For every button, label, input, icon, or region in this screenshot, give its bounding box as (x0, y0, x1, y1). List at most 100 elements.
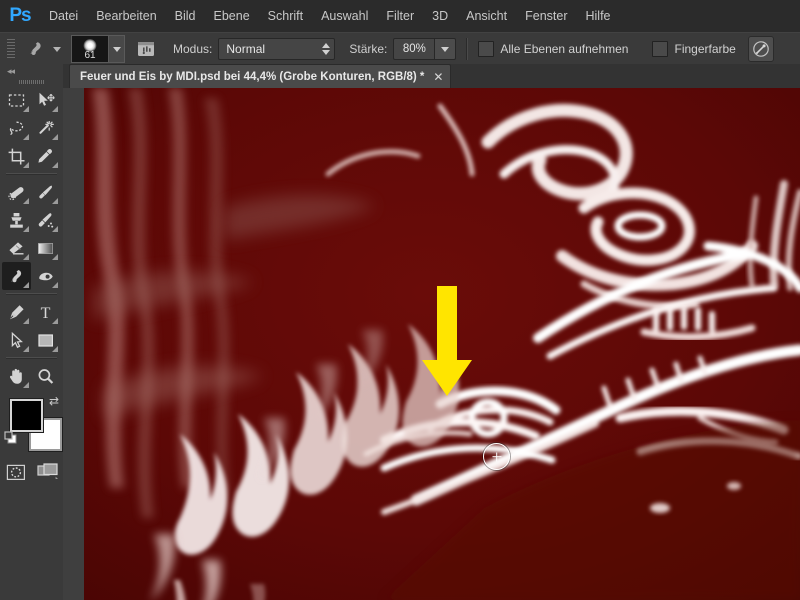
lasso-tool[interactable] (2, 114, 31, 142)
clone-stamp-tool[interactable] (2, 206, 31, 234)
menu-bild[interactable]: Bild (166, 0, 205, 32)
tool-options-bar: 61 Modus: Normal Stärke: 80% Alle Ebenen… (0, 32, 800, 66)
tools-collapse-button[interactable]: ◂◂ (0, 64, 63, 77)
checkbox-box-icon (652, 41, 669, 57)
magic-wand-tool[interactable] (31, 114, 60, 142)
flyout-triangle-icon (23, 382, 29, 388)
flyout-triangle-icon (23, 282, 29, 288)
dodge-tool[interactable] (31, 262, 60, 290)
menu-auswahl[interactable]: Auswahl (312, 0, 377, 32)
mode-label: Modus: (173, 42, 213, 56)
menu-schrift[interactable]: Schrift (259, 0, 312, 32)
tools-divider-3 (6, 357, 57, 359)
finger-paint-checkbox[interactable]: Fingerfarbe (652, 41, 736, 57)
brush-tool[interactable] (31, 178, 60, 206)
options-bar-grip[interactable] (5, 39, 17, 59)
flyout-triangle-icon (52, 106, 58, 112)
zoom-tool[interactable] (31, 362, 60, 390)
document-tab-title: Feuer und Eis by MDI.psd bei 44,4% (Grob… (80, 70, 425, 83)
quick-mask-icon[interactable] (3, 461, 29, 483)
flyout-triangle-icon (23, 198, 29, 204)
flyout-triangle-icon (23, 318, 29, 324)
finger-paint-label: Fingerfarbe (674, 42, 736, 56)
gradient-tool[interactable] (31, 234, 60, 262)
blend-mode-select[interactable]: Normal (218, 38, 336, 60)
mode-buttons (0, 461, 63, 483)
blend-mode-value: Normal (226, 42, 266, 56)
flyout-triangle-icon (23, 134, 29, 140)
type-tool[interactable]: T (31, 298, 60, 326)
rectangular-marquee-tool[interactable] (2, 86, 31, 114)
strength-label: Stärke: (349, 42, 388, 56)
artwork (84, 88, 800, 600)
brush-size-picker[interactable]: 61 (71, 35, 125, 63)
crop-tool[interactable] (2, 142, 31, 170)
flyout-triangle-icon (23, 162, 29, 168)
tools-grid-group-4 (0, 362, 63, 390)
tools-grid-group-2 (0, 178, 63, 290)
menu-filter[interactable]: Filter (377, 0, 423, 32)
menu-hilfe[interactable]: Hilfe (577, 0, 620, 32)
flyout-triangle-icon (23, 346, 29, 352)
menu-ebene[interactable]: Ebene (205, 0, 259, 32)
pen-tool[interactable] (2, 298, 31, 326)
eraser-tool[interactable] (2, 234, 31, 262)
shape-tool[interactable] (31, 326, 60, 354)
flyout-triangle-icon (52, 346, 58, 352)
screen-mode-icon[interactable] (35, 461, 61, 483)
default-colors-icon[interactable] (3, 430, 19, 451)
path-selection-tool[interactable] (2, 326, 31, 354)
smudge-tool-icon[interactable] (21, 37, 51, 61)
tools-divider-1 (6, 173, 57, 175)
flyout-triangle-icon (23, 226, 29, 232)
brush-size-chevron-icon[interactable] (108, 35, 125, 63)
svg-text:T: T (41, 305, 51, 322)
flyout-triangle-icon (23, 106, 29, 112)
tools-grid-group-1 (0, 86, 63, 170)
menu-bearbeiten[interactable]: Bearbeiten (87, 0, 165, 32)
strength-chevron-icon[interactable] (434, 38, 457, 60)
history-brush-tool[interactable] (31, 206, 60, 234)
eyedropper-tool[interactable] (31, 142, 60, 170)
flyout-triangle-icon (52, 162, 58, 168)
flyout-triangle-icon (23, 254, 29, 260)
double-chevron-left-icon: ◂◂ (7, 65, 15, 76)
color-swatches: ⇄ (0, 395, 63, 451)
flyout-triangle-icon (52, 318, 58, 324)
tools-grid-group-3: T (0, 298, 63, 354)
move-tool[interactable] (31, 86, 60, 114)
flyout-triangle-icon (52, 198, 58, 204)
healing-brush-tool[interactable] (2, 178, 31, 206)
checkbox-box-icon (478, 41, 495, 57)
flyout-triangle-icon (52, 226, 58, 232)
flyout-triangle-icon (52, 282, 58, 288)
document-tab[interactable]: Feuer und Eis by MDI.psd bei 44,4% (Grob… (69, 64, 452, 88)
hand-tool[interactable] (2, 362, 31, 390)
photoshop-window: Ps Datei Bearbeiten Bild Ebene Schrift A… (0, 0, 800, 600)
options-divider (466, 38, 469, 60)
menu-3d[interactable]: 3D (423, 0, 457, 32)
menu-datei[interactable]: Datei (40, 0, 87, 32)
flyout-triangle-icon (52, 254, 58, 260)
document-canvas[interactable] (84, 88, 800, 600)
menu-ansicht[interactable]: Ansicht (457, 0, 516, 32)
swap-colors-arrow-icon[interactable]: ⇄ (49, 395, 59, 407)
flyout-triangle-icon (52, 134, 58, 140)
brush-panel-icon[interactable] (133, 37, 159, 61)
document-tab-strip: Feuer und Eis by MDI.psd bei 44,4% (Grob… (63, 64, 800, 89)
close-x-icon[interactable]: ✕ (433, 71, 443, 83)
menu-bar: Ps Datei Bearbeiten Bild Ebene Schrift A… (0, 0, 800, 33)
canvas-left-gutter (63, 88, 84, 600)
tools-panel-grip[interactable] (0, 77, 63, 86)
foreground-color-swatch[interactable] (10, 399, 43, 432)
tools-panel: ◂◂ T ⇄ (0, 64, 64, 600)
tool-preset-chevron-icon[interactable] (53, 46, 61, 52)
brush-preview[interactable]: 61 (71, 35, 108, 63)
photoshop-logo: Ps (9, 5, 31, 26)
strength-input[interactable]: 80% (393, 38, 435, 60)
menu-fenster[interactable]: Fenster (516, 0, 576, 32)
tools-divider-2 (6, 293, 57, 295)
sample-all-layers-checkbox[interactable]: Alle Ebenen aufnehmen (478, 41, 628, 57)
smudge-tool[interactable] (2, 262, 31, 290)
airbrush-pressure-icon[interactable] (747, 36, 774, 62)
